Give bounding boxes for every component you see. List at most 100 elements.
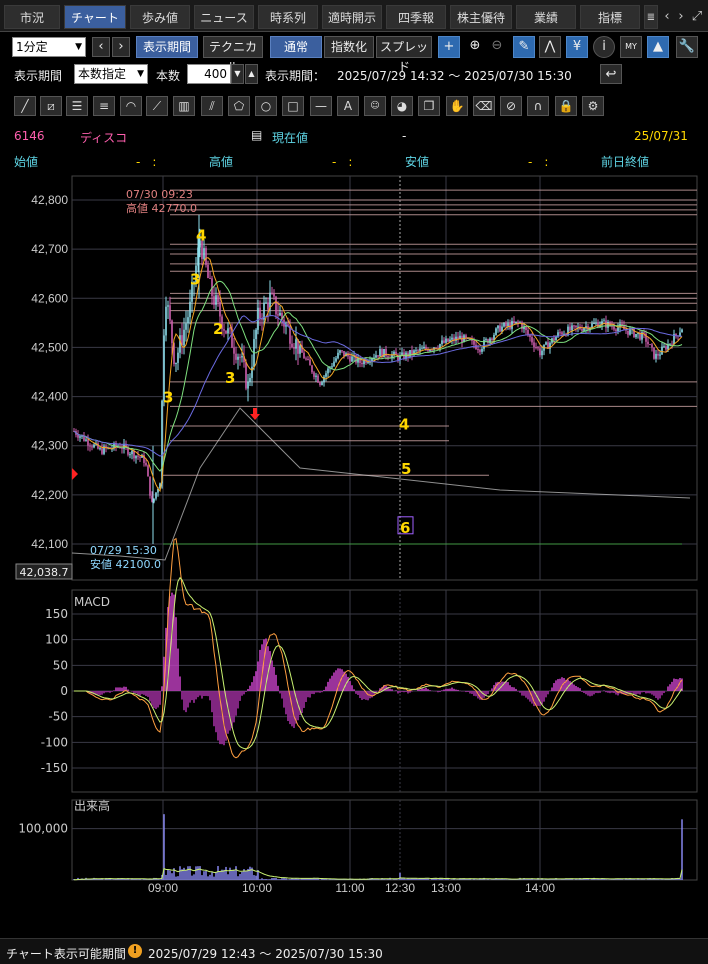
macd-histogram-bar bbox=[655, 691, 657, 698]
range-mode-select[interactable]: 本数指定 ▼ bbox=[74, 64, 148, 84]
macd-histogram-bar bbox=[523, 691, 525, 696]
tab-shikiho[interactable]: 四季報 bbox=[386, 5, 446, 29]
spread-button[interactable]: スプレッド bbox=[376, 36, 432, 74]
tab-bar: 市況 チャート 歩み値 ニュース 時系列 適時開示 四季報 株主優待 業績 指標… bbox=[0, 0, 708, 32]
tab-indicators[interactable]: 指標 bbox=[580, 5, 640, 29]
volume-ma-line bbox=[74, 867, 683, 881]
macd-title: MACD bbox=[74, 595, 110, 609]
chart-area[interactable]: 42,800 42,700 42,600 42,500 42,400 42,300 42,2… bbox=[0, 168, 708, 910]
macd-histogram-bar bbox=[155, 691, 157, 710]
index-button[interactable]: 指数化 bbox=[324, 36, 374, 58]
zoom-out-icon[interactable]: ⊖ bbox=[486, 36, 508, 58]
erase-all-icon[interactable]: ⊘ bbox=[500, 96, 522, 116]
candle-body bbox=[533, 342, 535, 348]
lock-icon[interactable]: 🔒 bbox=[555, 96, 577, 116]
macd-histogram-bar bbox=[607, 691, 609, 693]
candle-body bbox=[535, 347, 537, 349]
area-chart-icon[interactable]: ▲ bbox=[647, 36, 669, 58]
ruler-icon[interactable]: ⧄ bbox=[40, 96, 62, 116]
candle-body bbox=[325, 373, 327, 377]
paste-icon[interactable]: ❐ bbox=[418, 96, 440, 116]
candle-body bbox=[435, 347, 437, 349]
candle-body bbox=[525, 326, 527, 331]
crosshair-icon[interactable]: + bbox=[438, 36, 460, 58]
pentagon-icon[interactable]: ⬠ bbox=[228, 96, 250, 116]
macd-histogram-bar bbox=[473, 691, 475, 696]
candle-body bbox=[339, 350, 341, 353]
candle-body bbox=[311, 365, 313, 373]
fan-arc-icon[interactable]: ◠ bbox=[120, 96, 142, 116]
macd-histogram-bar bbox=[257, 661, 259, 691]
next-button[interactable]: › bbox=[112, 37, 130, 57]
tab-market[interactable]: 市況 bbox=[4, 5, 60, 29]
reset-icon[interactable]: ↩ bbox=[600, 64, 622, 84]
display-period-value: 2025/07/29 14:32 ～ 2025/07/30 15:30 bbox=[337, 69, 572, 83]
candle-body bbox=[629, 329, 631, 335]
candle-body bbox=[539, 348, 541, 356]
hline-icon[interactable]: — bbox=[310, 96, 332, 116]
rectangle-icon[interactable]: □ bbox=[282, 96, 304, 116]
speed-lines-icon[interactable]: ⫽ bbox=[201, 96, 223, 116]
magnet-icon[interactable]: ∩ bbox=[527, 96, 549, 116]
interval-select[interactable]: 1分定 ▼ bbox=[12, 37, 86, 57]
trendline-icon[interactable]: ╱ bbox=[14, 96, 36, 116]
macd-histogram-bar bbox=[657, 691, 659, 700]
pencil-icon[interactable]: ✎ bbox=[513, 36, 535, 58]
expand-icon[interactable]: ⤢ bbox=[688, 6, 706, 28]
zoom-in-icon[interactable]: ⊕ bbox=[464, 36, 486, 58]
macd-histogram-bar bbox=[235, 691, 237, 716]
candle-body bbox=[185, 323, 187, 330]
macd-histogram-bar bbox=[151, 691, 153, 706]
text-icon[interactable]: A bbox=[337, 96, 359, 116]
settings-gear-icon[interactable]: ⚙ bbox=[582, 96, 604, 116]
tab-news[interactable]: ニュース bbox=[194, 5, 254, 29]
signal-icon[interactable]: ⋀ bbox=[539, 36, 561, 58]
count-up-icon[interactable]: ▲ bbox=[245, 64, 258, 84]
tab-chart[interactable]: チャート bbox=[64, 5, 126, 29]
count-input[interactable]: 400 bbox=[187, 64, 231, 84]
hand-icon[interactable]: ✋ bbox=[446, 96, 468, 116]
tab-trades[interactable]: 歩み値 bbox=[130, 5, 190, 29]
technical-button[interactable]: テクニカル bbox=[203, 36, 263, 74]
tab-more[interactable]: ≣ bbox=[644, 5, 658, 29]
candle-body bbox=[393, 351, 395, 355]
macd-histogram-bar bbox=[629, 691, 631, 693]
icon-stamp-icon[interactable]: ☺ bbox=[364, 96, 386, 116]
macd-histogram-bar bbox=[209, 691, 211, 701]
tab-benefits[interactable]: 株主優待 bbox=[450, 5, 512, 29]
candle-body bbox=[417, 350, 419, 352]
macd-histogram-bar bbox=[651, 691, 653, 695]
circle-icon[interactable]: ○ bbox=[255, 96, 277, 116]
my-chart-icon[interactable]: MY bbox=[620, 36, 642, 58]
normal-button[interactable]: 通常 bbox=[270, 36, 322, 58]
macd-histogram-bar bbox=[631, 691, 633, 693]
macd-histogram-bar bbox=[397, 691, 399, 694]
macd-y-tick: -50 bbox=[48, 710, 68, 724]
candle-body bbox=[207, 264, 209, 279]
candle-body bbox=[657, 353, 659, 356]
fibonacci-icon[interactable]: ≡ bbox=[93, 96, 115, 116]
x-tick-label: 12:30 bbox=[385, 881, 415, 895]
tab-timeseries[interactable]: 時系列 bbox=[258, 5, 318, 29]
candle-body bbox=[421, 348, 423, 350]
wrench-icon[interactable]: 🔧 bbox=[676, 36, 698, 58]
candle-body bbox=[121, 448, 123, 450]
info-icon[interactable]: i bbox=[593, 36, 615, 58]
macd-histogram-bar bbox=[153, 691, 155, 709]
period-button[interactable]: 表示期間 bbox=[136, 36, 198, 58]
horizontal-lines-icon[interactable]: ☰ bbox=[66, 96, 88, 116]
macd-histogram-bar bbox=[423, 688, 425, 691]
macd-histogram-bar bbox=[183, 691, 185, 711]
gann-fan-icon[interactable]: ⟋ bbox=[146, 96, 168, 116]
yen-icon[interactable]: ¥ bbox=[566, 36, 588, 58]
tab-disclosure[interactable]: 適時開示 bbox=[322, 5, 382, 29]
prev-button[interactable]: ‹ bbox=[92, 37, 110, 57]
vertical-lines-icon[interactable]: ▥ bbox=[173, 96, 195, 116]
count-down-icon[interactable]: ▼ bbox=[231, 64, 244, 84]
macd-histogram-bar bbox=[311, 691, 313, 694]
eraser-icon[interactable]: ⌫ bbox=[473, 96, 495, 116]
tab-earnings[interactable]: 業績 bbox=[516, 5, 576, 29]
chevron-down-icon: ▼ bbox=[137, 69, 144, 79]
copy-icon[interactable]: ◕ bbox=[391, 96, 413, 116]
y-tick-label: 42,700 bbox=[31, 242, 68, 256]
